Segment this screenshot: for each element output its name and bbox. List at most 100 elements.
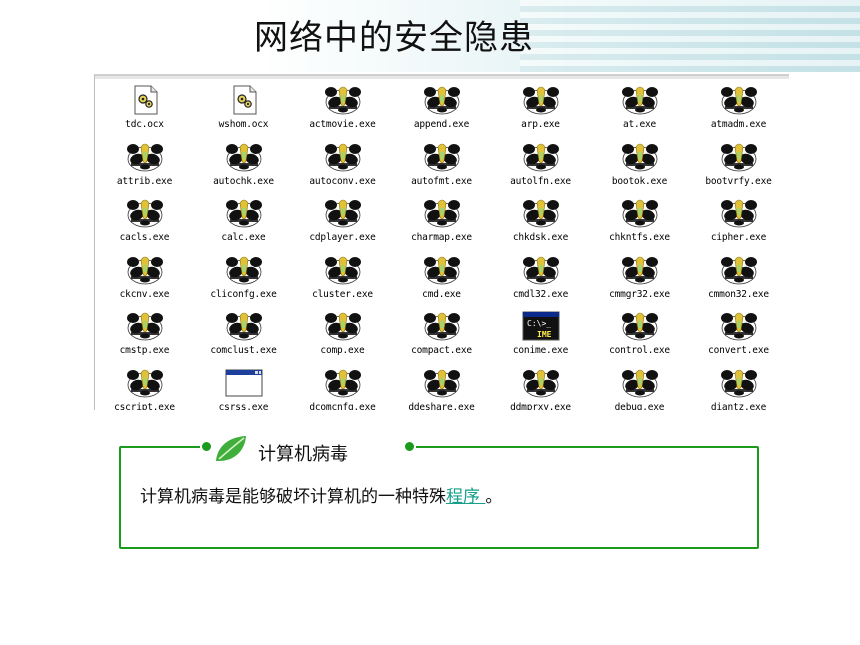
file-item[interactable]: control.exe	[590, 308, 689, 365]
green-leaf-icon	[216, 436, 246, 461]
file-item[interactable]: convert.exe	[689, 308, 788, 365]
file-item[interactable]: charmap.exe	[392, 195, 491, 252]
file-name-label: autolfn.exe	[510, 175, 571, 187]
svg-text:C:\>_: C:\>_	[527, 319, 551, 328]
file-name-label: dcomcnfg.exe	[309, 401, 376, 411]
file-name-label: convert.exe	[708, 345, 769, 356]
file-item[interactable]: comp.exe	[293, 308, 392, 365]
file-item[interactable]: cmmon32.exe	[689, 252, 788, 309]
panda-icon	[621, 199, 658, 228]
file-item[interactable]: ddmprxy.exe	[491, 365, 590, 411]
file-item[interactable]: chkdsk.exe	[491, 195, 590, 252]
file-item[interactable]: wshom.ocx	[194, 82, 293, 139]
file-item[interactable]: actmovie.exe	[293, 82, 392, 139]
panda-icon	[621, 369, 658, 397]
panda-icon	[720, 86, 757, 115]
file-item[interactable]: autolfn.exe	[491, 139, 590, 196]
file-name-label: ddeshare.exe	[408, 401, 475, 411]
file-item[interactable]: debug.exe	[590, 365, 689, 410]
file-item[interactable]: cmdl32.exe	[491, 252, 590, 309]
box-text-end: 。	[485, 487, 503, 507]
file-name-label: cmmon32.exe	[708, 288, 769, 300]
slide-title: 网络中的安全隐患	[254, 18, 534, 58]
panda-icon	[225, 256, 262, 284]
box-title: 计算机病毒	[258, 444, 348, 465]
panda-icon	[324, 86, 361, 115]
file-item[interactable]: autochk.exe	[194, 139, 293, 196]
panda-icon	[225, 199, 262, 228]
file-item[interactable]: cacls.exe	[95, 195, 194, 252]
file-item[interactable]: diantz.exe	[689, 365, 788, 410]
file-item[interactable]: at.exe	[590, 82, 689, 139]
file-name-label: comclust.exe	[210, 345, 277, 356]
file-name-label: tdc.ocx	[125, 119, 164, 130]
file-name-label: wshom.ocx	[218, 119, 269, 130]
panda-icon	[522, 86, 559, 115]
panda-icon	[621, 143, 658, 171]
panda-icon	[126, 199, 163, 228]
panda-icon	[522, 199, 559, 228]
file-item[interactable]: autofmt.exe	[392, 139, 491, 196]
file-item[interactable]: cluster.exe	[293, 252, 392, 309]
panda-icon	[423, 369, 460, 397]
file-item[interactable]: cmd.exe	[392, 252, 491, 309]
file-item[interactable]: comclust.exe	[194, 308, 293, 365]
file-name-label: cluster.exe	[312, 288, 373, 300]
file-name-label: ddmprxy.exe	[510, 401, 571, 411]
file-item[interactable]: cscript.exe	[95, 365, 194, 410]
panda-icon	[621, 86, 658, 115]
box-text: 计算机病毒是能够破坏计算机的一种特殊程序 。	[140, 482, 502, 507]
file-item[interactable]: cmstp.exe	[95, 308, 194, 365]
panda-icon	[126, 143, 163, 171]
file-item[interactable]: dcomcnfg.exe	[293, 365, 392, 411]
file-name-label: chkntfs.exe	[609, 232, 670, 243]
window-icon	[225, 369, 262, 396]
file-name-label: bootvrfy.exe	[705, 175, 772, 187]
panda-icon	[324, 369, 361, 397]
panda-icon	[720, 312, 757, 341]
file-name-label: charmap.exe	[411, 232, 472, 243]
left-dot	[202, 442, 211, 451]
panda-icon	[225, 312, 262, 341]
file-item[interactable]: C:\>_ IME conime.exe	[491, 308, 590, 365]
file-item[interactable]: csrss.exe	[194, 365, 293, 410]
file-name-label: cacls.exe	[119, 232, 170, 243]
panda-icon	[324, 256, 361, 284]
file-item[interactable]: ckcnv.exe	[95, 252, 194, 309]
file-item[interactable]: chkntfs.exe	[590, 195, 689, 252]
file-item[interactable]: cipher.exe	[689, 195, 788, 252]
panda-icon	[324, 199, 361, 228]
file-name-label: cliconfg.exe	[210, 288, 277, 300]
panda-icon	[126, 256, 163, 284]
file-item[interactable]: calc.exe	[194, 195, 293, 252]
file-name-label: actmovie.exe	[309, 119, 376, 130]
file-item[interactable]: arp.exe	[491, 82, 590, 139]
panda-icon	[126, 312, 163, 341]
panda-icon	[423, 86, 460, 115]
file-name-label: cdplayer.exe	[309, 232, 376, 243]
file-item[interactable]: attrib.exe	[95, 139, 194, 196]
panda-icon	[522, 143, 559, 171]
file-name-label: compact.exe	[411, 345, 472, 356]
file-name-label: atmadm.exe	[710, 119, 767, 130]
file-item[interactable]: cliconfg.exe	[194, 252, 293, 309]
file-explorer-view[interactable]: tdc.ocx wshom.ocx actmovie.exe append.ex…	[94, 74, 789, 410]
file-item[interactable]: cmmgr32.exe	[590, 252, 689, 309]
file-item[interactable]: compact.exe	[392, 308, 491, 365]
file-item[interactable]: atmadm.exe	[689, 82, 788, 139]
panda-icon	[720, 256, 757, 284]
file-name-label: cmstp.exe	[119, 345, 170, 356]
program-link[interactable]: 程序	[446, 487, 485, 507]
file-item[interactable]: bootvrfy.exe	[689, 139, 788, 196]
file-item[interactable]: ddeshare.exe	[392, 365, 491, 411]
file-name-label: cmmgr32.exe	[609, 288, 670, 300]
svg-text:IME: IME	[537, 330, 552, 339]
file-item[interactable]: bootok.exe	[590, 139, 689, 196]
file-item[interactable]: tdc.ocx	[95, 82, 194, 139]
file-name-label: append.exe	[413, 119, 470, 130]
file-item[interactable]: cdplayer.exe	[293, 195, 392, 252]
file-item[interactable]: autoconv.exe	[293, 139, 392, 196]
file-item[interactable]: append.exe	[392, 82, 491, 139]
box-text-main: 计算机病毒是能够破坏计算机的一种特殊	[140, 487, 446, 507]
panda-icon	[720, 369, 757, 397]
